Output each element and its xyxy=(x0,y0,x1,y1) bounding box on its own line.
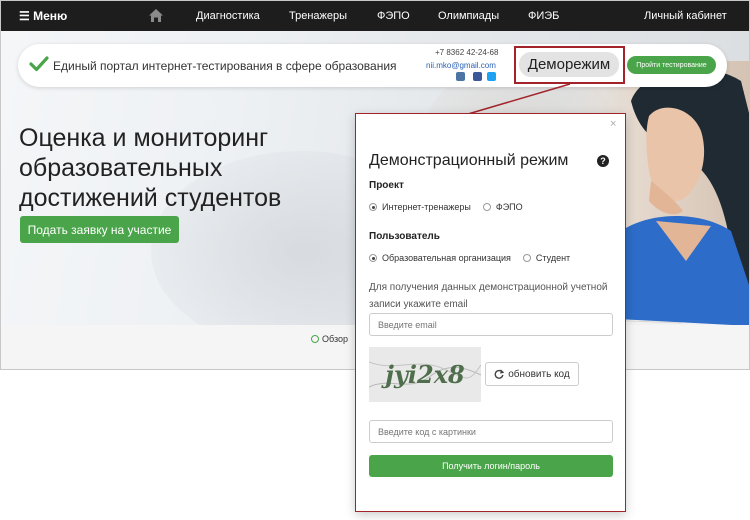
radio-fepo[interactable] xyxy=(482,203,491,211)
vk-icon[interactable] xyxy=(456,72,465,81)
radio-fepo-label: ФЭПО xyxy=(495,202,523,212)
demo-mode-button[interactable]: Деморежим xyxy=(519,52,619,77)
user-label: Пользователь xyxy=(369,231,440,242)
twitter-icon[interactable] xyxy=(487,72,496,81)
menu-button[interactable]: ☰ Меню xyxy=(19,9,67,23)
captcha-image: jyi2x8 xyxy=(368,347,482,402)
home-icon[interactable] xyxy=(148,8,164,23)
portal-tagline: Единый портал интернет-тестирования в сф… xyxy=(53,59,397,73)
contact-phone: +7 8362 42-24-68 xyxy=(435,48,499,57)
modal-title: Демонстрационный режим xyxy=(369,152,569,169)
refresh-icon xyxy=(494,369,505,379)
refresh-code-label: обновить код xyxy=(508,368,570,380)
nav-item-olympiads[interactable]: Олимпиады xyxy=(438,10,499,22)
captcha-code-input[interactable] xyxy=(369,420,613,443)
nav-item-fieb[interactable]: ФИЭБ xyxy=(528,10,559,22)
radio-organization-label: Образовательная организация xyxy=(382,253,511,263)
nav-item-account[interactable]: Личный кабинет xyxy=(644,10,727,22)
top-navbar: ☰ Меню Диагностика Тренажеры ФЭПО Олимпи… xyxy=(1,1,749,31)
nav-item-diagnostics[interactable]: Диагностика xyxy=(196,10,260,22)
overview-label: Обзор xyxy=(322,334,348,344)
radio-trainers[interactable] xyxy=(369,203,377,211)
circle-icon xyxy=(311,335,319,343)
close-icon[interactable]: × xyxy=(610,118,616,130)
refresh-code-button[interactable]: обновить код xyxy=(485,362,579,386)
facebook-icon[interactable] xyxy=(473,72,482,81)
captcha-text: jyi2x8 xyxy=(381,360,465,389)
overview-link[interactable]: Обзор xyxy=(311,334,348,344)
radio-trainers-label: Интернет-тренажеры xyxy=(382,202,471,212)
project-radio-group: Интернет-тренажеры ФЭПО xyxy=(369,202,523,212)
radio-student-label: Студент xyxy=(535,253,571,263)
get-credentials-button[interactable]: Получить логин/пароль xyxy=(369,455,613,477)
radio-student[interactable] xyxy=(522,254,531,262)
project-label: Проект xyxy=(369,180,404,191)
check-icon xyxy=(29,56,49,72)
hero-title: Оценка и мониторинг образовательных дост… xyxy=(19,124,282,212)
user-radio-group: Образовательная организация Студент xyxy=(369,253,570,263)
radio-organization[interactable] xyxy=(369,254,377,262)
nav-item-trainers[interactable]: Тренажеры xyxy=(289,10,347,22)
contact-email[interactable]: nii.mko@gmail.com xyxy=(426,61,496,70)
help-icon[interactable]: ? xyxy=(597,155,609,167)
take-test-button[interactable]: Пройти тестирование xyxy=(627,56,716,74)
email-hint: Для получения данных демонстрационной уч… xyxy=(369,282,608,310)
apply-button[interactable]: Подать заявку на участие xyxy=(20,216,179,243)
nav-item-fepo[interactable]: ФЭПО xyxy=(377,10,410,22)
email-input[interactable] xyxy=(369,313,613,336)
